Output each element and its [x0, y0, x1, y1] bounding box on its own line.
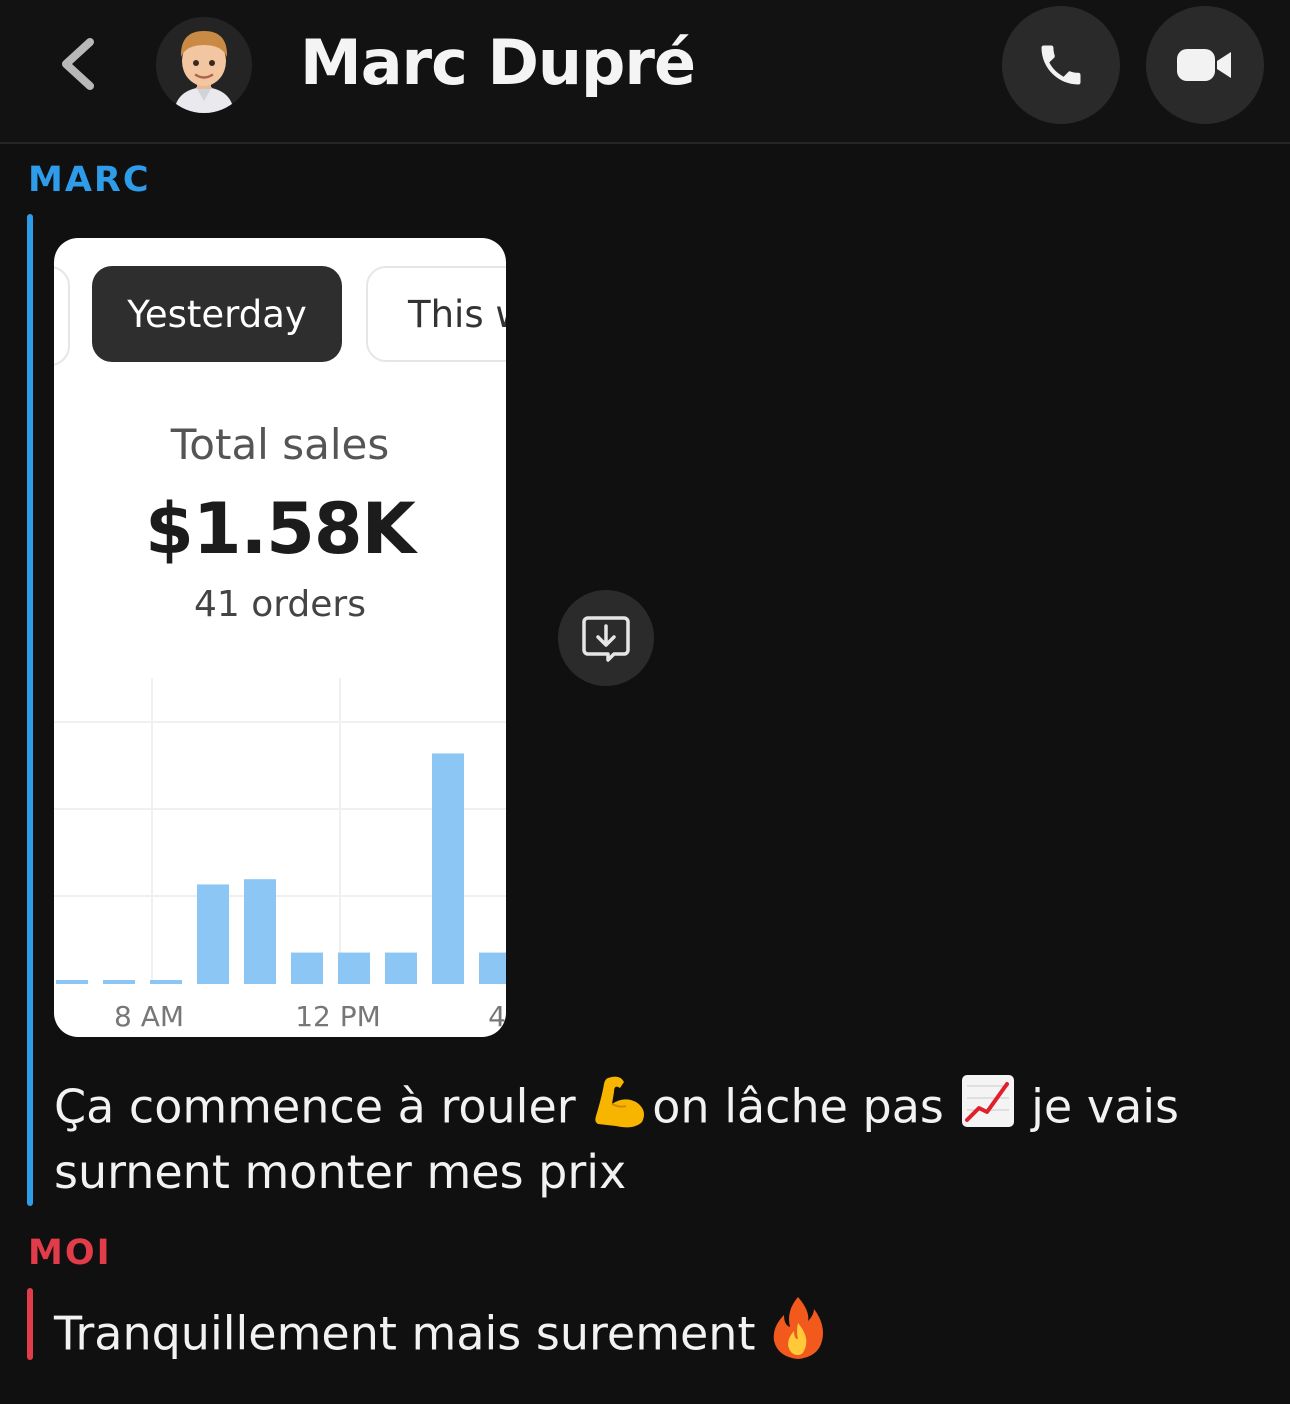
chart-bar: [150, 980, 182, 984]
orders-count: 41 orders: [193, 584, 366, 625]
total-sales-value: $1.58K: [145, 488, 416, 570]
chart-tick-label: 12 PM: [295, 1000, 381, 1033]
back-button[interactable]: [52, 34, 112, 94]
total-sales-label: Total sales: [170, 420, 390, 469]
chart-increasing-icon: [959, 1072, 1017, 1148]
sender-label-marc: MARC: [28, 160, 151, 200]
phone-icon: [1041, 45, 1081, 85]
chart-bar: [103, 980, 135, 984]
chat-header: Marc Dupré: [0, 0, 1290, 144]
chart-bar: [291, 952, 323, 984]
chart-bar: [197, 884, 229, 984]
message-text: Tranquillement mais surement: [54, 1306, 756, 1361]
shared-screenshot[interactable]: Yesterday This w Total sales $1.58K 41 o…: [54, 238, 506, 1037]
download-icon: [582, 616, 630, 662]
message-accent-bar: [27, 1288, 33, 1360]
tab-previous: [54, 266, 70, 366]
chevron-left-icon: [62, 38, 94, 90]
message-moi: Tranquillement mais surement: [54, 1295, 826, 1379]
bitmoji-avatar-icon: [156, 17, 252, 113]
avatar[interactable]: [156, 17, 252, 113]
chart-bar: [432, 753, 464, 984]
tab-this-week: This w: [366, 266, 506, 362]
chart-tick-label: 8 AM: [114, 1000, 184, 1033]
sender-label-moi: MOI: [28, 1233, 112, 1273]
message-marc-line2: surnent monter mes prix: [54, 1145, 627, 1199]
chart-tick-label: 4: [488, 1000, 506, 1033]
message-text: je vais: [1031, 1079, 1180, 1134]
message-text: on lâche pas: [652, 1079, 944, 1134]
sales-bar-chart: 8 AM 12 PM 4: [54, 678, 506, 1033]
message-accent-bar: [27, 214, 33, 1206]
call-button[interactable]: [1002, 6, 1120, 124]
message-text: Ça commence à rouler: [54, 1079, 576, 1134]
chart-bar: [479, 952, 506, 984]
tab-yesterday: Yesterday: [92, 266, 342, 362]
video-camera-icon: [1177, 49, 1231, 81]
chart-bar: [338, 952, 370, 984]
video-call-button[interactable]: [1146, 6, 1264, 124]
chart-bar: [56, 980, 88, 984]
contact-name[interactable]: Marc Dupré: [300, 26, 696, 99]
save-to-chat-button[interactable]: [558, 590, 654, 686]
fire-icon: [770, 1295, 826, 1379]
chart-bar: [385, 952, 417, 984]
chart-bar: [244, 879, 276, 984]
